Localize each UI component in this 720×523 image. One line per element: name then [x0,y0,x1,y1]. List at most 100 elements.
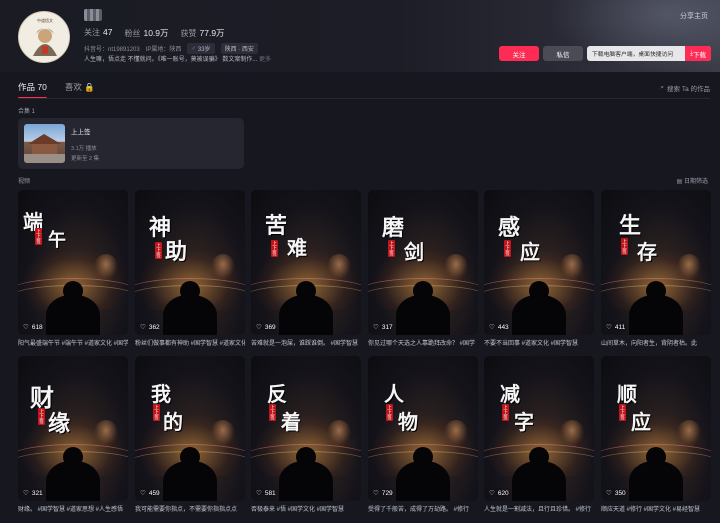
video-caption[interactable]: 粉丝们做事都有神助 #国学智慧 #道家文化 [135,338,245,347]
like-count: ♡ 581 [256,489,276,498]
like-count: ♡ 362 [140,323,160,332]
video-card[interactable]: 磨剑 上上签 ♡ 317 你见过哪个天选之人靠跪拜改命？ #国学 [368,190,478,347]
profile-meta: 抖音号：nt19891203 IP属地：陕西 ♂ 33岁 陕西 · 西安 [84,43,258,54]
video-thumbnail: 感应 上上签 [484,190,594,335]
seal-stamp: 上上签 [619,404,626,421]
stat-likes: 获赞 77.9万 [180,28,225,38]
svg-text:中道悟文: 中道悟文 [37,17,53,23]
seated-figure [211,420,235,446]
calligraphy-char-2: 应 [520,240,540,264]
video-thumbnail: 生存上上签 [601,190,711,335]
calligraphy-char-1: 我 [151,382,171,406]
download-button[interactable]: ⤓ 下载 [685,46,711,61]
video-card[interactable]: 生存上上签 ♡ 411 山间草木，向阳者生，背阴者枯。此 [601,190,711,347]
search-works[interactable]: ⌕ 搜索 Ta 的作品 [660,83,710,93]
tabs-divider [18,98,710,99]
message-button[interactable]: 私信 [543,46,583,61]
like-count: ♡ 369 [256,323,276,332]
seated-figure [94,254,118,280]
heart-icon: ♡ [140,324,146,331]
download-client-banner[interactable]: 下载电脑客户端，桌面快捷访问 ⤓ 下载 [587,46,711,61]
videos-section-label: 视频 [18,179,31,185]
video-card[interactable]: 感应 上上签 ♡ 443 不要不当回事 #道家文化 #国学智慧 [484,190,594,347]
video-card[interactable]: 财缘上上签 ♡ 321 财缘。 #国学智慧 #道家思想 #人生感悟 [18,356,128,513]
video-caption[interactable]: 山间草木，向阳者生，背阴者枯。此 [601,338,711,347]
video-caption[interactable]: 不要不当回事 #道家文化 #国学智慧 [484,338,594,347]
collection-thumbnail [24,124,65,163]
video-caption[interactable]: 否极泰来 #悟 #国学文化 #国学智慧 [251,504,361,513]
calligraphy-char-1: 反 [267,382,287,406]
avatar[interactable]: 中道悟文 [18,11,70,63]
like-count: ♡ 411 [606,323,626,332]
like-count: ♡ 729 [373,489,393,498]
video-thumbnail: 苦难 上上签 [251,190,361,335]
seal-stamp: 上上签 [504,240,511,257]
video-card[interactable]: 反着上上签 ♡ 581 否极泰来 #悟 #国学文化 #国学智慧 [251,356,361,513]
follow-button[interactable]: 关注 [499,46,539,61]
video-card[interactable]: 我的上上签 ♡ 459 我可能需要你指点，不需要你指指点点 [135,356,245,513]
calligraphy-char-1: 磨 [382,215,405,241]
bio-more-link[interactable]: 更多 [259,57,271,63]
seal-stamp: 上上签 [388,240,395,257]
seated-figure [327,254,351,280]
share-profile-link[interactable]: 分享主页 [680,11,708,21]
silhouette-body [163,295,217,335]
video-card[interactable]: 端午上上签♡618 阳气最盛端午节 #端午节 #道家文化 #国学智慧 [18,190,128,347]
like-count: ♡ 618 [23,323,43,332]
video-caption[interactable]: 顺应天道 #修行 #国学文化 #易经智慧 [601,504,711,513]
seal-stamp: 上上签 [153,404,160,421]
silhouette-body [279,461,333,501]
video-caption[interactable]: 苦难就是一泡屎，谁踩谁倒。 #国学智慧 [251,338,361,347]
collection-card[interactable]: 上上签 3.1万 播放 更新至 2 集 [18,118,244,169]
like-count: ♡ 321 [23,489,43,498]
calligraphy-char-2: 助 [165,239,188,265]
video-thumbnail: 神助上上签 [135,190,245,335]
video-caption[interactable]: 我可能需要你指点，不需要你指指点点 [135,504,245,513]
calligraphy-char-1: 人 [384,382,404,406]
video-caption[interactable]: 财缘。 #国学智慧 #道家思想 #人生感悟 [18,504,128,513]
heart-icon: ♡ [256,324,262,331]
seated-figure [211,254,235,280]
stat-followers[interactable]: 粉丝 10.9万 [124,27,168,39]
stat-following[interactable]: 关注 47 [84,27,112,39]
silhouette-body [629,461,683,501]
profile-tabs: 作品 70 喜欢 🔒 [18,81,95,99]
tab-works[interactable]: 作品 70 [18,81,47,99]
video-card[interactable]: 减字上上签 ♡ 620 人生就是一割减法，且行且珍惜。 #修行 [484,356,594,513]
silhouette-body [629,295,683,335]
calligraphy-char-2: 缘 [48,411,71,437]
seated-figure [677,420,701,446]
like-count: ♡ 317 [373,323,393,332]
video-card[interactable]: 顺应上上签 ♡ 350 顺应天道 #修行 #国学文化 #易经智慧 [601,356,711,513]
seated-figure [677,254,701,280]
video-thumbnail: 人物上上签 [368,356,478,501]
video-thumbnail: 财缘上上签 [18,356,128,501]
video-caption[interactable]: 受得了千般苦，成得了万劫路。 #修行 [368,504,478,513]
avatar-illustration: 中道悟文 [19,12,69,62]
calligraphy-char-1: 减 [500,382,520,406]
heart-icon: ♡ [373,490,379,497]
calligraphy-char-1: 苦 [265,213,288,239]
video-card[interactable]: 神助上上签 ♡ 362 粉丝们做事都有神助 #国学智慧 #道家文化 [135,190,245,347]
like-count: ♡ 459 [140,489,160,498]
calligraphy-char-2: 存 [637,240,657,264]
seated-figure [327,420,351,446]
video-caption[interactable]: 人生就是一割减法，且行且珍惜。 #修行 [484,504,594,513]
profile-stats: 关注 47 粉丝 10.9万 获赞 77.9万 [84,27,225,39]
date-filter[interactable]: ▤ 日期筛选 [677,176,708,185]
tab-likes[interactable]: 喜欢 🔒 [65,81,95,93]
video-caption[interactable]: 你见过哪个天选之人靠跪拜改命？ #国学 [368,338,478,347]
video-card[interactable]: 人物上上签 ♡ 729 受得了千般苦，成得了万劫路。 #修行 [368,356,478,513]
calendar-icon: ▤ [676,179,683,185]
video-card[interactable]: 苦难 上上签 ♡ 369 苦难就是一泡屎，谁踩谁倒。 #国学智慧 [251,190,361,347]
video-caption[interactable]: 阳气最盛端午节 #端午节 #道家文化 #国学智慧 [18,338,128,347]
seated-figure [560,254,584,280]
silhouette-body [512,295,566,335]
video-thumbnail: 反着上上签 [251,356,361,501]
calligraphy-char-2: 难 [287,236,307,260]
collection-plays: 3.1万 播放 [71,146,97,152]
calligraphy-char-2: 午 [48,230,66,251]
seated-figure [444,420,468,446]
seal-stamp: 上上签 [386,404,393,421]
like-count: ♡ 350 [606,489,626,498]
